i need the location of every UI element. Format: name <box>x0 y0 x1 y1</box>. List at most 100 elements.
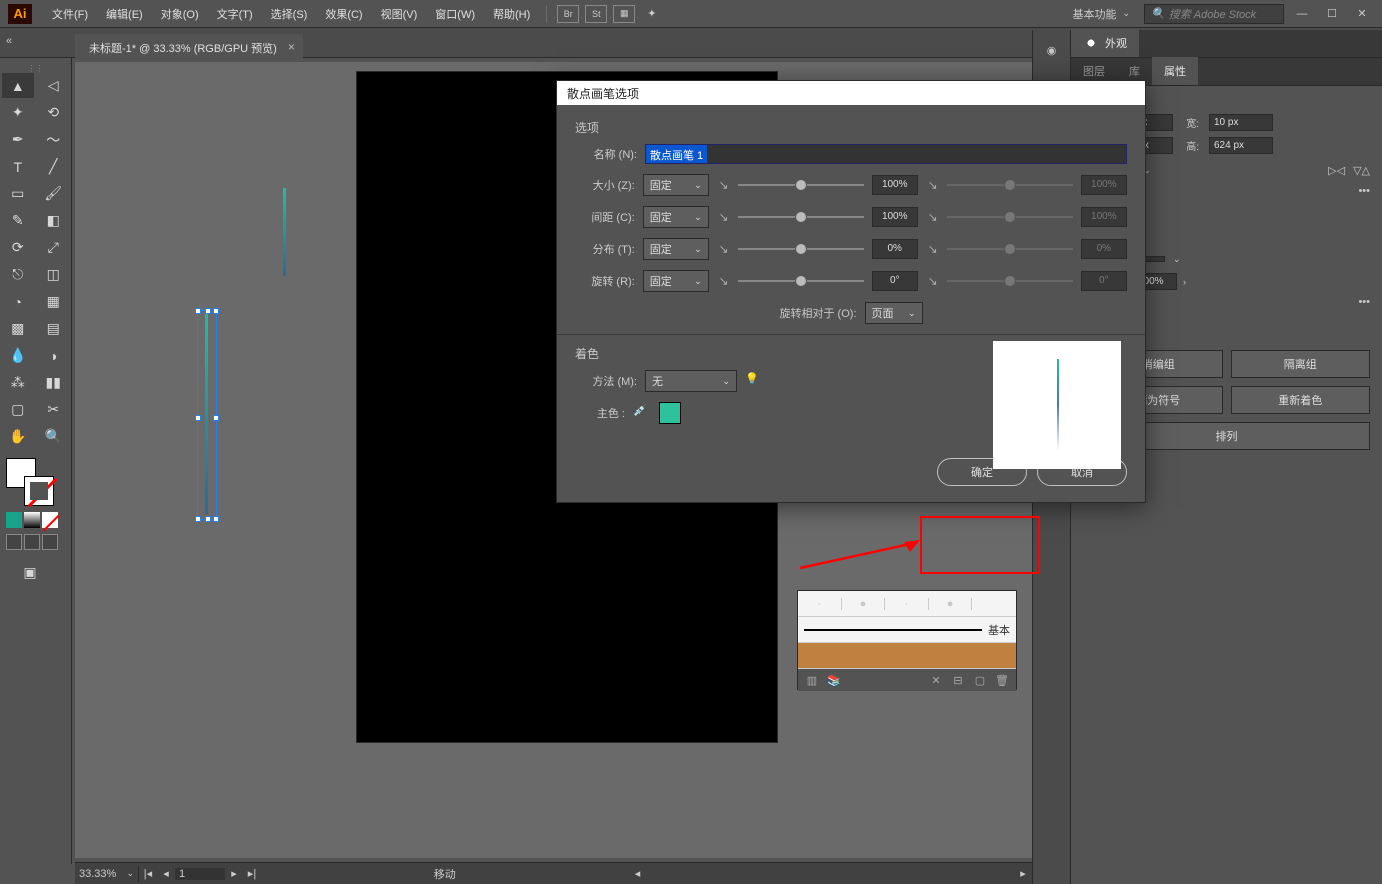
type-tool[interactable]: T <box>2 154 34 179</box>
menu-type[interactable]: 文字(T) <box>209 2 261 26</box>
toolbox-grip[interactable]: ⋮⋮ <box>0 64 71 72</box>
eyedropper-tool[interactable]: 💧 <box>2 343 34 368</box>
keycolor-swatch[interactable] <box>659 402 681 424</box>
menu-select[interactable]: 选择(S) <box>263 2 316 26</box>
blend-tool[interactable]: ◑ <box>38 343 70 368</box>
selection-tool[interactable]: ▲ <box>2 73 34 98</box>
selection-handle[interactable] <box>195 415 201 421</box>
scroll-right-icon[interactable]: ▸ <box>1014 867 1032 880</box>
link-icon[interactable]: ↘ <box>717 210 730 224</box>
scatter-slider[interactable] <box>738 248 863 250</box>
w-field[interactable]: 10 px <box>1209 114 1273 131</box>
spacing-variation-dropdown[interactable]: 固定⌄ <box>643 206 709 228</box>
arrange-docs-icon[interactable]: ▦ <box>613 5 635 23</box>
menu-edit[interactable]: 编辑(E) <box>98 2 151 26</box>
stroke-swatch[interactable] <box>24 476 54 506</box>
slice-tool[interactable]: ✂ <box>38 397 70 422</box>
selection-handle[interactable] <box>205 308 211 314</box>
selection-handle[interactable] <box>205 516 211 522</box>
isolate-group-button[interactable]: 隔离组 <box>1231 350 1371 378</box>
gradient-mode-swatch[interactable] <box>24 512 40 528</box>
flip-h-icon[interactable]: ▷◁ <box>1328 164 1345 177</box>
fill-stroke-swatches[interactable] <box>6 458 58 506</box>
size-slider[interactable] <box>738 184 863 186</box>
color-mode-swatch[interactable] <box>6 512 22 528</box>
recolor-button[interactable]: 重新着色 <box>1231 386 1371 414</box>
size-variation-dropdown[interactable]: 固定⌄ <box>643 174 709 196</box>
gpu-rocket-icon[interactable]: ✦ <box>647 7 656 20</box>
brush-row-basic[interactable]: 基本 <box>798 617 1016 643</box>
selection-handle[interactable] <box>213 308 219 314</box>
selection-handle[interactable] <box>213 516 219 522</box>
link-icon[interactable]: ↘ <box>717 274 730 288</box>
free-transform-tool[interactable]: ◫ <box>38 262 70 287</box>
brush-row-pattern[interactable] <box>798 643 1016 669</box>
menu-view[interactable]: 视图(V) <box>373 2 426 26</box>
menu-window[interactable]: 窗口(W) <box>427 2 483 26</box>
brush-preset[interactable]: ● <box>929 598 973 610</box>
gradient-tool[interactable]: ▤ <box>38 316 70 341</box>
spacing-value-field[interactable]: 100% <box>872 207 918 227</box>
window-minimize[interactable]: — <box>1290 4 1314 24</box>
brush-name-input[interactable]: 散点画笔 1 <box>645 144 1127 164</box>
menu-object[interactable]: 对象(O) <box>153 2 207 26</box>
paintbrush-tool[interactable]: 🖌 <box>38 181 70 206</box>
selection-handle[interactable] <box>195 516 201 522</box>
bridge-icon[interactable]: Br <box>557 5 579 23</box>
expand-left-icon[interactable]: « <box>6 35 22 51</box>
properties-tab[interactable]: 属性 <box>1152 57 1198 85</box>
eraser-tool[interactable]: ◧ <box>38 208 70 233</box>
colorize-method-dropdown[interactable]: 无⌄ <box>645 370 737 392</box>
close-tab-icon[interactable]: × <box>288 40 295 54</box>
chevron-down-icon[interactable]: ⌄ <box>1173 254 1181 265</box>
window-close[interactable]: ✕ <box>1350 4 1374 24</box>
last-artboard-icon[interactable]: ▸| <box>243 867 261 880</box>
link-icon[interactable]: ↘ <box>717 178 730 192</box>
magic-wand-tool[interactable]: ✦ <box>2 100 34 125</box>
spacing-slider[interactable] <box>738 216 863 218</box>
artboard-tool[interactable]: ▢ <box>2 397 34 422</box>
rotation-slider[interactable] <box>738 280 863 282</box>
zoom-level-dropdown[interactable]: 33.33% ⌄ <box>75 866 139 882</box>
h-field[interactable]: 624 px <box>1209 137 1273 154</box>
shape-builder-tool[interactable]: ◔ <box>2 289 34 314</box>
eyedropper-icon[interactable]: 💉 <box>633 404 651 422</box>
screen-mode-icon[interactable]: ▣ <box>14 560 46 585</box>
symbol-sprayer-tool[interactable]: ⁂ <box>2 370 34 395</box>
selection-bounding-box[interactable] <box>197 310 217 520</box>
direct-selection-tool[interactable]: ◁ <box>38 73 70 98</box>
brush-lib-menu-icon[interactable]: ▥ <box>804 672 820 688</box>
new-brush-icon[interactable]: ▢ <box>972 672 988 688</box>
zoom-tool[interactable]: 🔍 <box>38 424 70 449</box>
none-mode-swatch[interactable] <box>42 512 58 528</box>
link-icon[interactable]: ↘ <box>717 242 730 256</box>
perspective-tool[interactable]: ▦ <box>38 289 70 314</box>
scale-tool[interactable]: ⤢ <box>38 235 70 260</box>
remove-stroke-icon[interactable]: ✕ <box>928 672 944 688</box>
first-artboard-icon[interactable]: |◂ <box>139 867 157 880</box>
rotation-variation-dropdown[interactable]: 固定⌄ <box>643 270 709 292</box>
draw-inside-icon[interactable] <box>42 534 58 550</box>
menu-help[interactable]: 帮助(H) <box>485 2 538 26</box>
search-stock-input[interactable]: 🔍 搜索 Adobe Stock <box>1144 4 1284 24</box>
brush-row[interactable]: · ● · ● <box>798 591 1016 617</box>
rotation-relative-dropdown[interactable]: 页面⌄ <box>865 302 923 324</box>
mesh-tool[interactable]: ▩ <box>2 316 34 341</box>
delete-brush-icon[interactable]: 🗑 <box>994 672 1010 688</box>
stock-icon[interactable]: St <box>585 5 607 23</box>
menu-file[interactable]: 文件(F) <box>44 2 96 26</box>
brush-preset[interactable]: ● <box>842 598 886 610</box>
flip-v-icon[interactable]: ▽△ <box>1353 164 1370 177</box>
brush-preset[interactable]: · <box>885 598 929 610</box>
curvature-tool[interactable]: 〜 <box>38 127 70 152</box>
pen-tool[interactable]: ✒ <box>2 127 34 152</box>
scroll-left-icon[interactable]: ◂ <box>629 867 647 880</box>
shaper-tool[interactable]: ✎ <box>2 208 34 233</box>
scatter-variation-dropdown[interactable]: 固定⌄ <box>643 238 709 260</box>
draw-normal-icon[interactable] <box>6 534 22 550</box>
menu-effect[interactable]: 效果(C) <box>317 2 370 26</box>
prev-artboard-icon[interactable]: ◂ <box>157 867 175 880</box>
rotation-value-field[interactable]: 0° <box>872 271 918 291</box>
hand-tool[interactable]: ✋ <box>2 424 34 449</box>
width-tool[interactable]: ⎋ <box>2 262 34 287</box>
